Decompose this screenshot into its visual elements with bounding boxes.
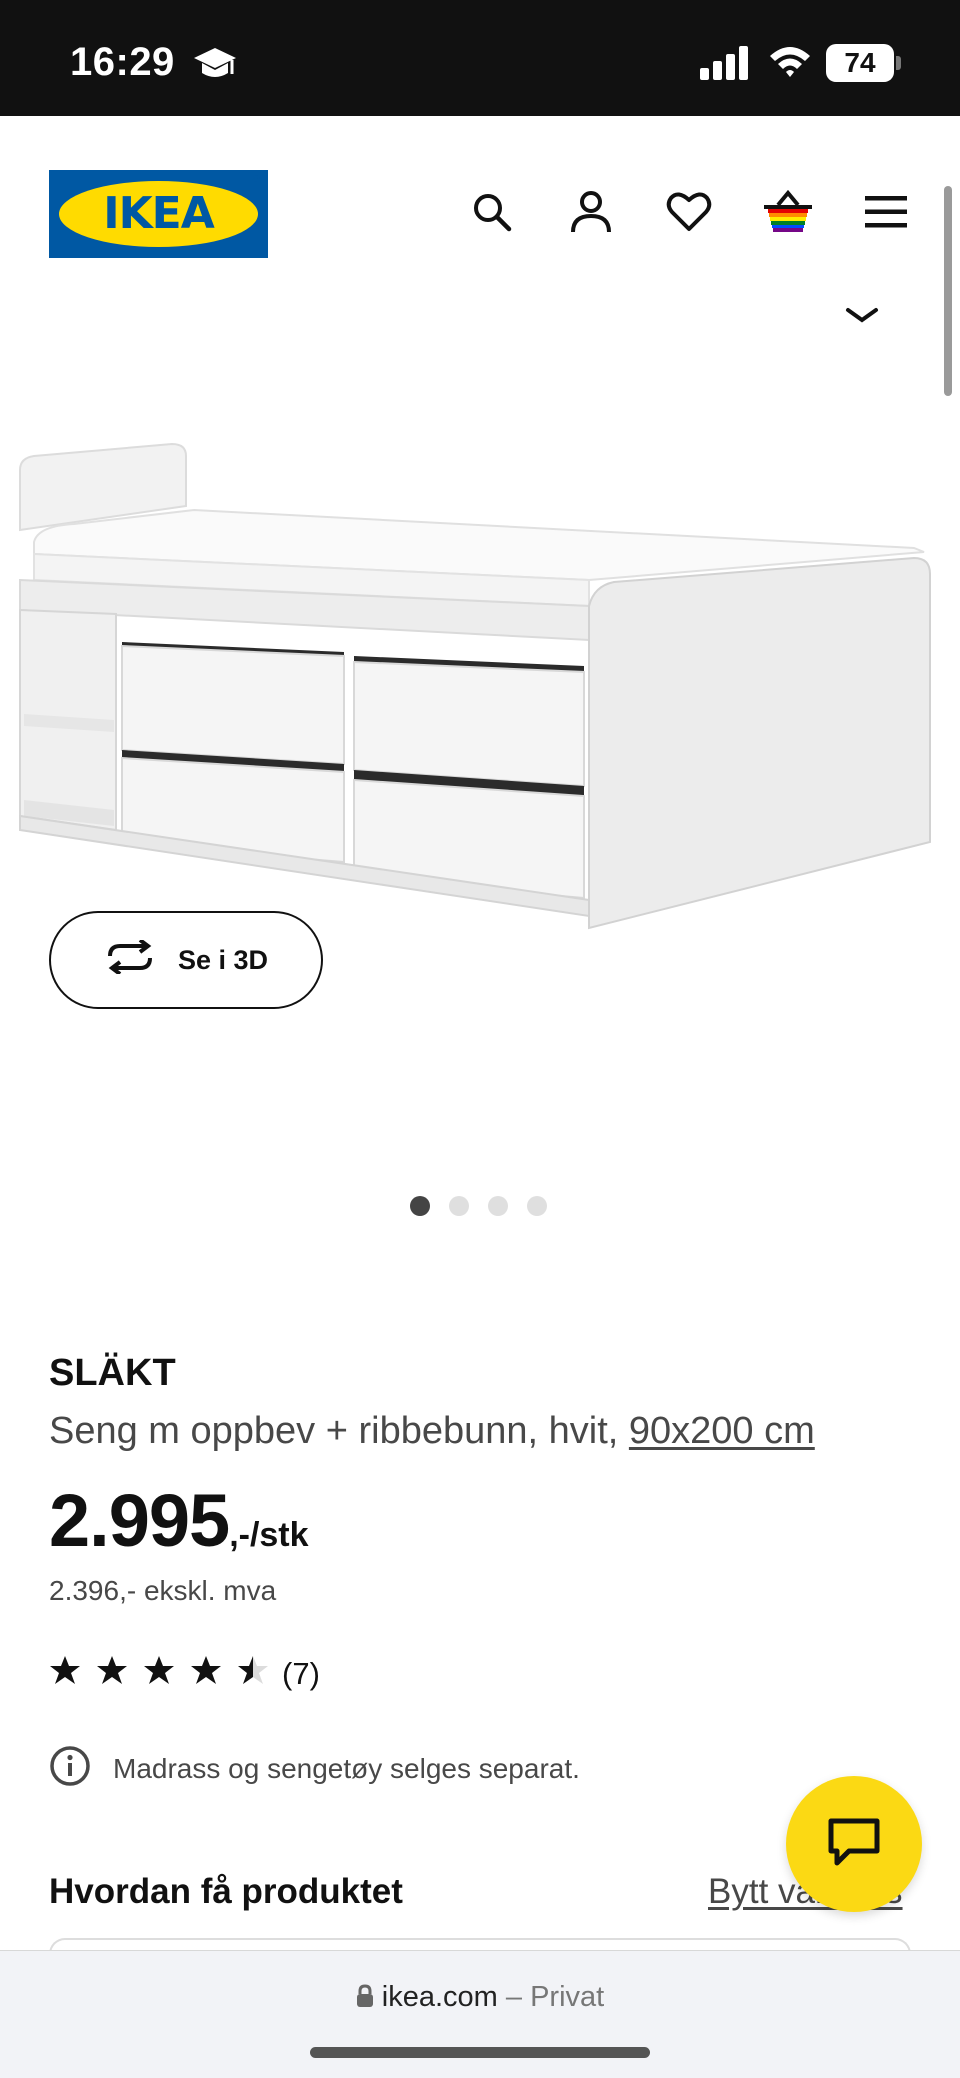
status-time: 16:29 (70, 40, 175, 84)
graduation-cap-icon (192, 44, 238, 89)
star-icon (191, 1656, 221, 1684)
private-mode-label: Privat (530, 1981, 605, 2013)
star-icon (50, 1656, 80, 1684)
carousel-dot[interactable] (449, 1196, 469, 1216)
battery-indicator: 74 (826, 44, 894, 82)
wifi-icon (768, 44, 812, 85)
price-amount: 2.995 (49, 1479, 230, 1562)
delivery-heading: Hvordan få produktet (49, 1872, 403, 1911)
info-note-text: Madrass og sengetøy selges separat. (113, 1752, 580, 1784)
product-image[interactable] (14, 430, 948, 940)
product-description: Seng m oppbev + ribbebunn, hvit, 90x200 … (49, 1410, 815, 1453)
ikea-logo[interactable]: IKEA ® (49, 170, 268, 258)
home-indicator[interactable] (310, 2047, 650, 2058)
logo-text: IKEA (103, 188, 215, 239)
product-description-text: Seng m oppbev + ribbebunn, hvit, (49, 1410, 629, 1452)
menu-icon[interactable] (858, 184, 914, 240)
logo-oval: IKEA (59, 181, 258, 247)
address-bar[interactable]: ikea.com – Privat (0, 1981, 960, 2016)
half-star-icon (238, 1656, 268, 1684)
carousel-dot[interactable] (488, 1196, 508, 1216)
rating-stars[interactable] (49, 1655, 269, 1685)
rotate-3d-icon (104, 937, 156, 981)
cart-icon[interactable] (760, 184, 816, 240)
info-note: Madrass og sengetøy selges separat. (49, 1745, 580, 1792)
size-link[interactable]: 90x200 cm (629, 1410, 815, 1452)
status-bar: 16:29 74 (0, 0, 960, 116)
view-3d-button[interactable]: Se i 3D (49, 911, 323, 1009)
heart-icon[interactable] (661, 184, 717, 240)
chevron-down-icon[interactable] (844, 304, 880, 331)
battery-tip (896, 56, 901, 70)
info-icon (49, 1745, 91, 1792)
product-name: SLÄKT (49, 1352, 176, 1394)
review-count[interactable]: (7) (282, 1656, 320, 1692)
url-domain: ikea.com (381, 1981, 498, 2013)
registered-mark: ® (252, 174, 260, 185)
star-icon (144, 1656, 174, 1684)
carousel-dot[interactable] (410, 1196, 430, 1216)
chat-button[interactable] (786, 1776, 922, 1912)
image-carousel-dots[interactable] (410, 1196, 547, 1216)
url-separator: – (497, 1981, 531, 2013)
chat-bubble-icon (827, 1817, 881, 1872)
scrollbar[interactable] (944, 186, 952, 396)
cellular-signal-icon (700, 46, 750, 85)
price-ex-vat: 2.396,- ekskl. mva (49, 1575, 277, 1606)
price-unit: ,-/stk (229, 1516, 309, 1554)
search-icon[interactable] (464, 184, 520, 240)
profile-icon[interactable] (563, 184, 619, 240)
carousel-dot[interactable] (527, 1196, 547, 1216)
view-3d-label: Se i 3D (177, 944, 269, 975)
lock-icon (356, 1983, 374, 2016)
product-price: 2.995,-/stk (49, 1478, 309, 1563)
star-icon (97, 1656, 127, 1684)
browser-bottom-bar: ikea.com – Privat (0, 1950, 960, 2078)
